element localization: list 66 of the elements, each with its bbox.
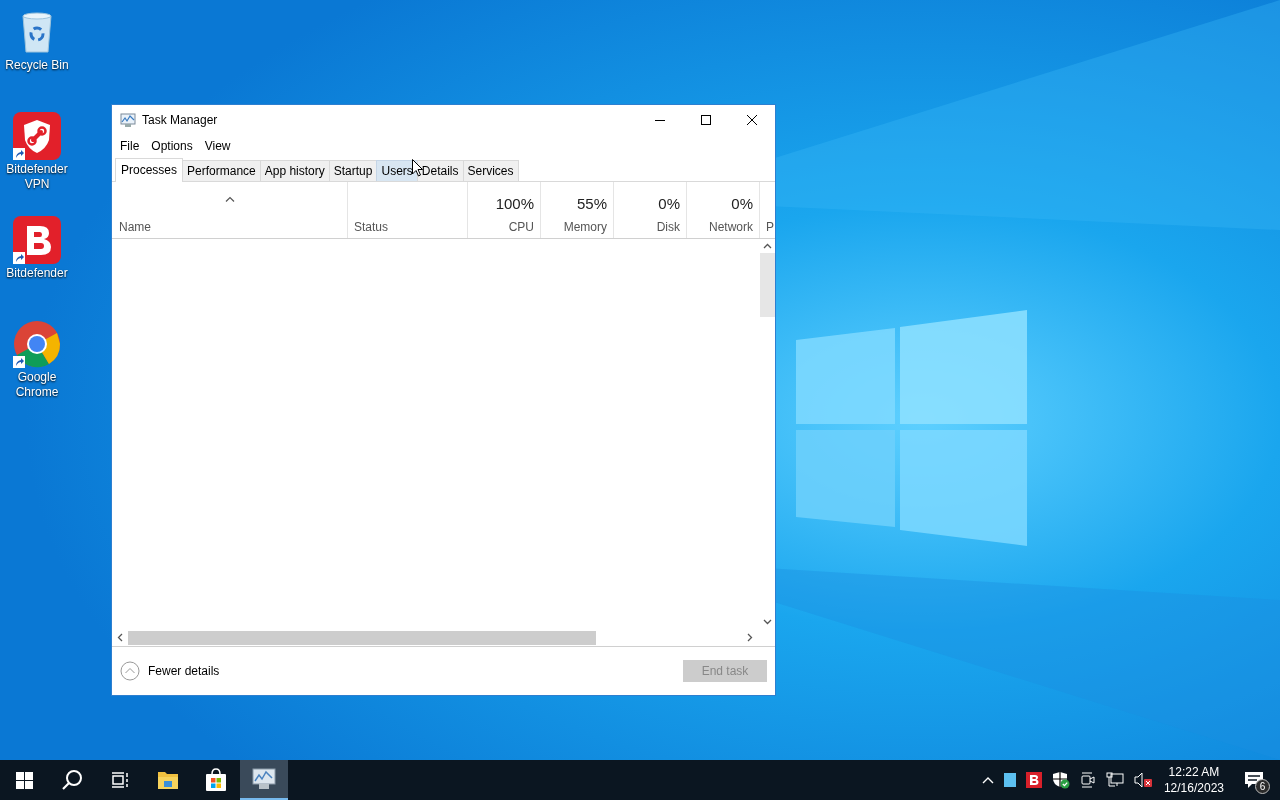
column-header[interactable]: CPU [508,220,534,234]
chevron-up-icon[interactable] [981,776,994,784]
speaker-muted-icon[interactable] [1133,772,1152,788]
usage-percent: 100% [495,195,534,212]
tab[interactable]: Details [416,160,464,181]
fewer-details-button[interactable]: Fewer details [120,661,220,681]
shortcut-arrow-icon [13,252,25,264]
desktop-icon-label[interactable]: Google Chrome [1,370,73,400]
close-icon [747,115,757,125]
search-icon [61,769,83,791]
column-header[interactable]: P [766,220,774,234]
clock-date: 12/16/2023 [1163,780,1224,796]
shopping-bag-icon [204,768,228,792]
task-manager-icon [252,768,276,790]
shortcut-arrow-icon [13,148,25,160]
scrollbar-thumb[interactable] [760,253,775,317]
scroll-left-icon [117,633,123,642]
square-icon[interactable] [1003,773,1016,787]
scroll-down-icon [763,619,772,625]
usage-percent: 55% [576,195,607,212]
desktop-icon-label[interactable]: Bitdefender VPN [1,162,73,192]
minimize-icon [655,119,665,121]
menu-item[interactable]: File [114,139,146,153]
folder-icon [157,770,179,790]
tab[interactable]: Performance [182,160,261,181]
notification-button[interactable]: 6 [1238,760,1270,800]
menu-item[interactable]: Options [145,139,199,153]
network-icon[interactable] [1105,772,1124,788]
desktop-icon-label[interactable]: Recycle Bin [1,58,73,73]
letter-b-icon[interactable] [1025,772,1042,788]
task-manager-icon [120,112,136,128]
windows-logo-icon [15,771,33,789]
horizontal-scrollbar[interactable] [112,629,775,647]
tab[interactable]: Processes [115,158,184,182]
shortcut-arrow-icon [13,356,25,368]
usage-percent: 0% [731,195,753,212]
collapse-circle-icon [120,661,140,681]
column-header[interactable]: Network [709,220,753,234]
tab[interactable]: Startup [328,160,378,181]
scrollbar-thumb[interactable] [128,630,596,645]
tab[interactable]: Users [376,160,418,181]
notification-count: 6 [1255,779,1270,794]
mouse-cursor-icon [412,159,423,177]
taskbar-button[interactable] [240,760,288,800]
shield-check-icon[interactable] [1051,771,1070,789]
menu-item[interactable]: View [198,139,237,153]
sort-caret-icon [225,196,235,202]
letter-b-icon [13,216,61,264]
column-header[interactable]: Disk [656,220,680,234]
column-header[interactable]: Status [354,220,389,234]
shield-link-icon [13,112,61,160]
clock-time: 12:22 AM [1168,764,1220,780]
column-header[interactable]: Name [119,220,151,234]
clock-button[interactable]: 12:22 AM 12/16/2023 [1163,764,1224,796]
tab[interactable]: App history [259,160,330,181]
window-title: Task Manager [142,113,219,127]
column-header[interactable]: Memory [563,220,607,234]
chrome-icon [13,320,61,368]
task-view-icon [111,772,129,788]
desktop-icon-label[interactable]: Bitdefender [1,266,73,281]
scroll-right-icon [747,633,753,642]
usage-percent: 0% [658,195,680,212]
maximize-icon [701,115,711,125]
scroll-up-icon [763,243,772,249]
tab[interactable]: Services [462,160,519,181]
camera-icon[interactable] [1079,772,1096,788]
